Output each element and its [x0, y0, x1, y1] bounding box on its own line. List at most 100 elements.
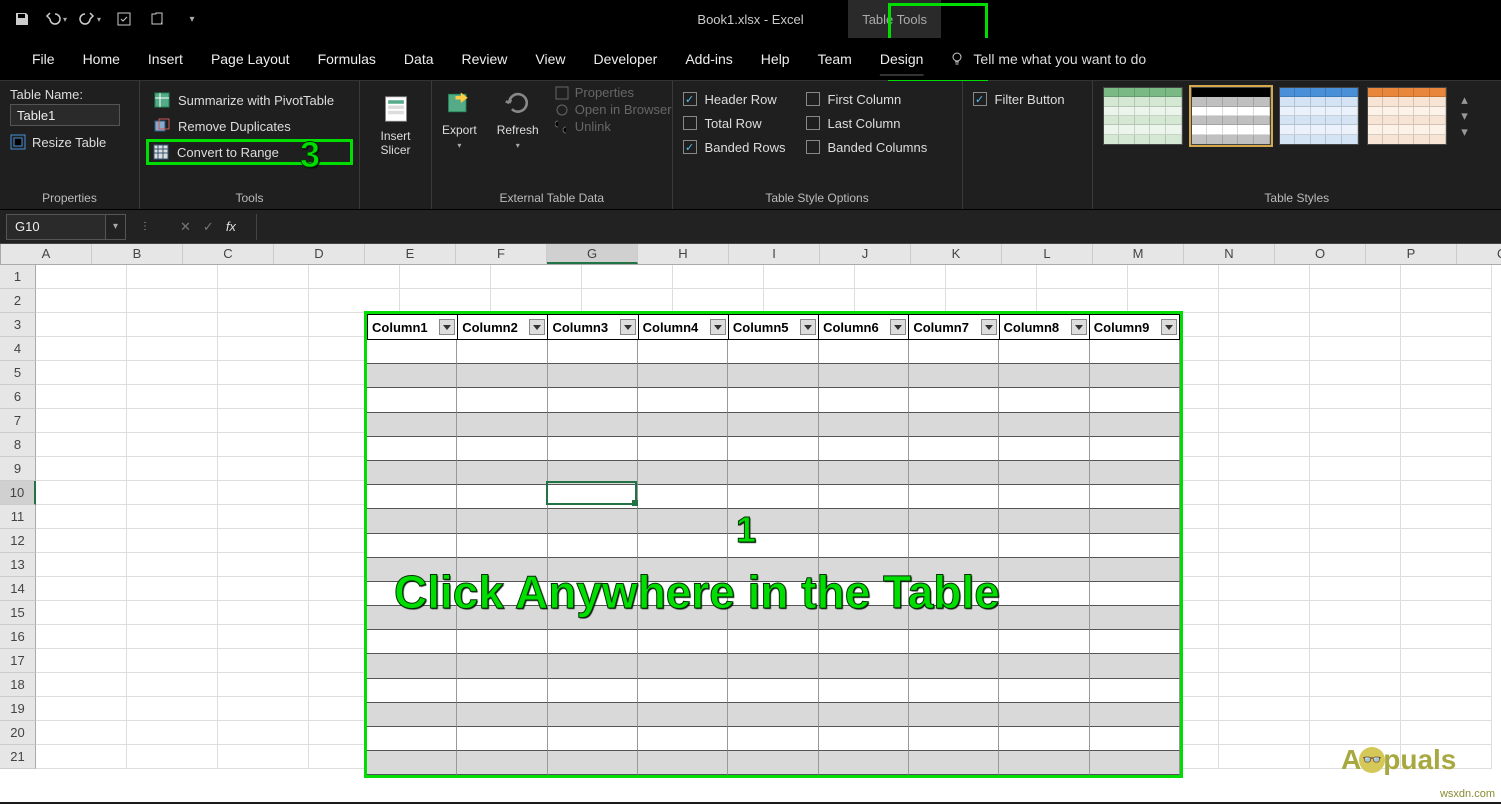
cell[interactable]	[1310, 289, 1401, 313]
cell[interactable]	[1310, 625, 1401, 649]
row-header[interactable]: 1	[0, 265, 36, 289]
cell[interactable]	[218, 673, 309, 697]
row-header[interactable]: 2	[0, 289, 36, 313]
cell[interactable]	[218, 697, 309, 721]
cell[interactable]	[127, 697, 218, 721]
refresh-button[interactable]: Refresh ▾	[487, 81, 549, 150]
row-header[interactable]: 13	[0, 553, 36, 577]
column-header[interactable]: O	[1275, 244, 1366, 264]
formula-input[interactable]	[256, 214, 1501, 240]
cell[interactable]	[1401, 649, 1492, 673]
cell[interactable]	[1219, 337, 1310, 361]
cell[interactable]	[1310, 337, 1401, 361]
table-column-header[interactable]: Column7	[908, 314, 998, 340]
cell[interactable]	[127, 409, 218, 433]
cell[interactable]	[855, 289, 946, 313]
filter-dropdown-icon[interactable]	[1161, 319, 1177, 335]
cell[interactable]	[127, 433, 218, 457]
cell[interactable]	[218, 649, 309, 673]
table-column-header[interactable]: Column5	[728, 314, 818, 340]
cell[interactable]	[218, 361, 309, 385]
table-column-header[interactable]: Column8	[999, 314, 1089, 340]
table-column-header[interactable]: Column1	[367, 314, 457, 340]
cell[interactable]	[1219, 385, 1310, 409]
cell[interactable]	[1219, 673, 1310, 697]
column-header[interactable]: A	[1, 244, 92, 264]
cell[interactable]	[127, 673, 218, 697]
column-header[interactable]: B	[92, 244, 183, 264]
row-header[interactable]: 10	[0, 481, 36, 505]
cell[interactable]	[127, 289, 218, 313]
cell[interactable]	[218, 745, 309, 769]
cell[interactable]	[127, 337, 218, 361]
row-header[interactable]: 12	[0, 529, 36, 553]
cell[interactable]	[218, 265, 309, 289]
cell[interactable]	[1219, 409, 1310, 433]
cell[interactable]	[1037, 289, 1128, 313]
cell[interactable]	[1310, 529, 1401, 553]
cell[interactable]	[764, 289, 855, 313]
cell[interactable]	[36, 649, 127, 673]
first-column-checkbox[interactable]: First Column	[806, 87, 928, 111]
cell[interactable]	[36, 721, 127, 745]
cell[interactable]	[1401, 313, 1492, 337]
qat-customize-icon[interactable]: ▾	[178, 5, 206, 33]
table-style-1[interactable]	[1103, 87, 1183, 145]
undo-icon[interactable]: ▾	[42, 5, 70, 33]
cell[interactable]	[218, 577, 309, 601]
row-header[interactable]: 9	[0, 457, 36, 481]
cell[interactable]	[36, 529, 127, 553]
cell[interactable]	[36, 433, 127, 457]
cell[interactable]	[764, 265, 855, 289]
filter-dropdown-icon[interactable]	[620, 319, 636, 335]
tab-addins[interactable]: Add-ins	[671, 38, 746, 80]
cell[interactable]	[309, 289, 400, 313]
cell[interactable]	[673, 265, 764, 289]
table-row[interactable]	[367, 727, 1180, 751]
name-box-dropdown[interactable]: ▾	[106, 214, 126, 240]
cell[interactable]	[1401, 385, 1492, 409]
row-header[interactable]: 16	[0, 625, 36, 649]
cell[interactable]	[218, 457, 309, 481]
cell[interactable]	[127, 601, 218, 625]
export-button[interactable]: Export ▾	[432, 81, 487, 150]
cell[interactable]	[36, 289, 127, 313]
cell[interactable]	[1037, 265, 1128, 289]
cell[interactable]	[491, 289, 582, 313]
tab-insert[interactable]: Insert	[134, 38, 197, 80]
cell[interactable]	[582, 289, 673, 313]
row-header[interactable]: 17	[0, 649, 36, 673]
row-header[interactable]: 11	[0, 505, 36, 529]
cell[interactable]	[36, 409, 127, 433]
cell[interactable]	[36, 313, 127, 337]
cell[interactable]	[1219, 745, 1310, 769]
cell[interactable]	[1310, 313, 1401, 337]
cell[interactable]	[1219, 625, 1310, 649]
row-header[interactable]: 4	[0, 337, 36, 361]
resize-table-button[interactable]: Resize Table	[10, 134, 129, 150]
table-column-header[interactable]: Column9	[1089, 314, 1180, 340]
table-column-header[interactable]: Column6	[818, 314, 908, 340]
table-row[interactable]	[367, 630, 1180, 654]
filter-dropdown-icon[interactable]	[800, 319, 816, 335]
cell[interactable]	[36, 577, 127, 601]
tab-data[interactable]: Data	[390, 38, 448, 80]
cell[interactable]	[1401, 481, 1492, 505]
cell[interactable]	[127, 481, 218, 505]
column-header[interactable]: I	[729, 244, 820, 264]
table-row[interactable]	[367, 340, 1180, 364]
row-header[interactable]: 14	[0, 577, 36, 601]
cell[interactable]	[218, 721, 309, 745]
column-header[interactable]: J	[820, 244, 911, 264]
cell[interactable]	[218, 553, 309, 577]
tell-me-search[interactable]: Tell me what you want to do	[949, 51, 1146, 67]
cell[interactable]	[1310, 409, 1401, 433]
cell[interactable]	[1401, 265, 1492, 289]
tab-team[interactable]: Team	[804, 38, 866, 80]
row-header[interactable]: 19	[0, 697, 36, 721]
cell[interactable]	[1219, 649, 1310, 673]
tab-developer[interactable]: Developer	[580, 38, 672, 80]
table-row[interactable]	[367, 654, 1180, 678]
cell[interactable]	[1401, 457, 1492, 481]
column-header[interactable]: K	[911, 244, 1002, 264]
